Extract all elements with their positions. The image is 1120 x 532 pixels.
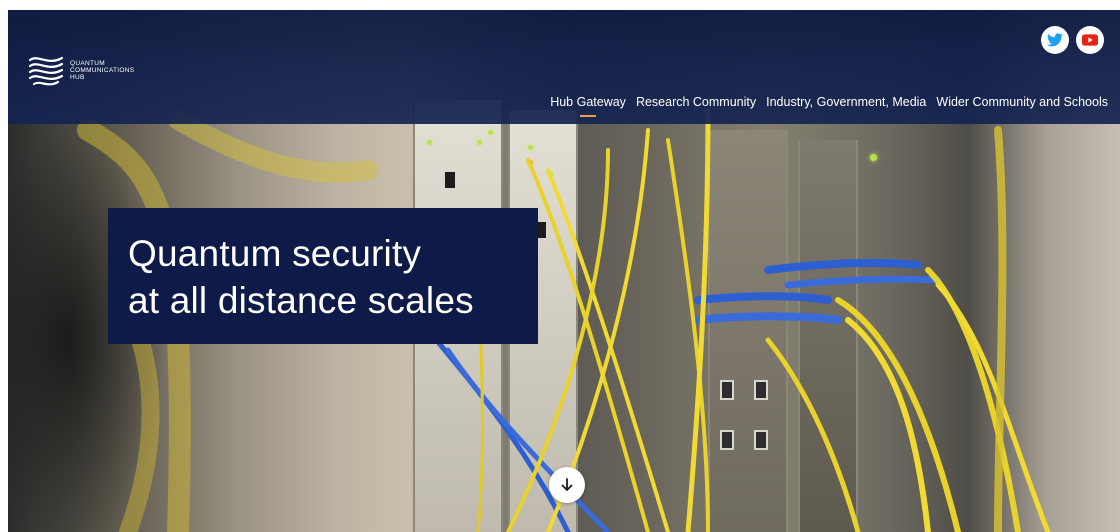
cable (994, 126, 1007, 532)
twitter-icon (1047, 33, 1063, 47)
nav-item-hub-gateway[interactable]: Hub Gateway (550, 95, 626, 117)
hero-title-line-2: at all distance scales (128, 280, 474, 321)
hero-title-card: Quantum security at all distance scales (108, 208, 538, 344)
main-navigation: Hub Gateway Research Community Industry,… (550, 95, 1108, 117)
cable (764, 258, 922, 274)
nav-item-research-community[interactable]: Research Community (636, 95, 756, 115)
logo-line: QUANTUM (70, 59, 105, 67)
logo-line: HUB (70, 73, 85, 81)
logo-line: COMMUNICATIONS (70, 66, 135, 74)
quantum-waves-logo-icon (28, 56, 64, 86)
cable (425, 327, 571, 532)
page: QUANTUM COMMUNICATIONS HUB Hub Gateway R… (8, 10, 1120, 532)
site-header: QUANTUM COMMUNICATIONS HUB Hub Gateway R… (8, 10, 1120, 124)
cable (835, 297, 961, 532)
nav-item-industry-government-media[interactable]: Industry, Government, Media (766, 95, 926, 115)
logo-wordmark: QUANTUM COMMUNICATIONS HUB (70, 60, 134, 81)
cable (765, 337, 861, 532)
site-logo[interactable]: QUANTUM COMMUNICATIONS HUB (26, 50, 156, 90)
cable (168, 110, 378, 183)
youtube-icon (1082, 34, 1098, 46)
cable (694, 292, 832, 304)
nav-item-wider-community-schools[interactable]: Wider Community and Schools (936, 95, 1108, 115)
cable (694, 312, 842, 324)
youtube-button[interactable] (1076, 26, 1104, 54)
cable (526, 158, 650, 532)
twitter-button[interactable] (1041, 26, 1069, 54)
scroll-down-button[interactable] (549, 467, 585, 503)
cable (784, 275, 942, 289)
hero-title-line-1: Quantum security (128, 233, 422, 274)
arrow-down-icon (561, 478, 573, 491)
hero-title: Quantum security at all distance scales (128, 230, 518, 324)
